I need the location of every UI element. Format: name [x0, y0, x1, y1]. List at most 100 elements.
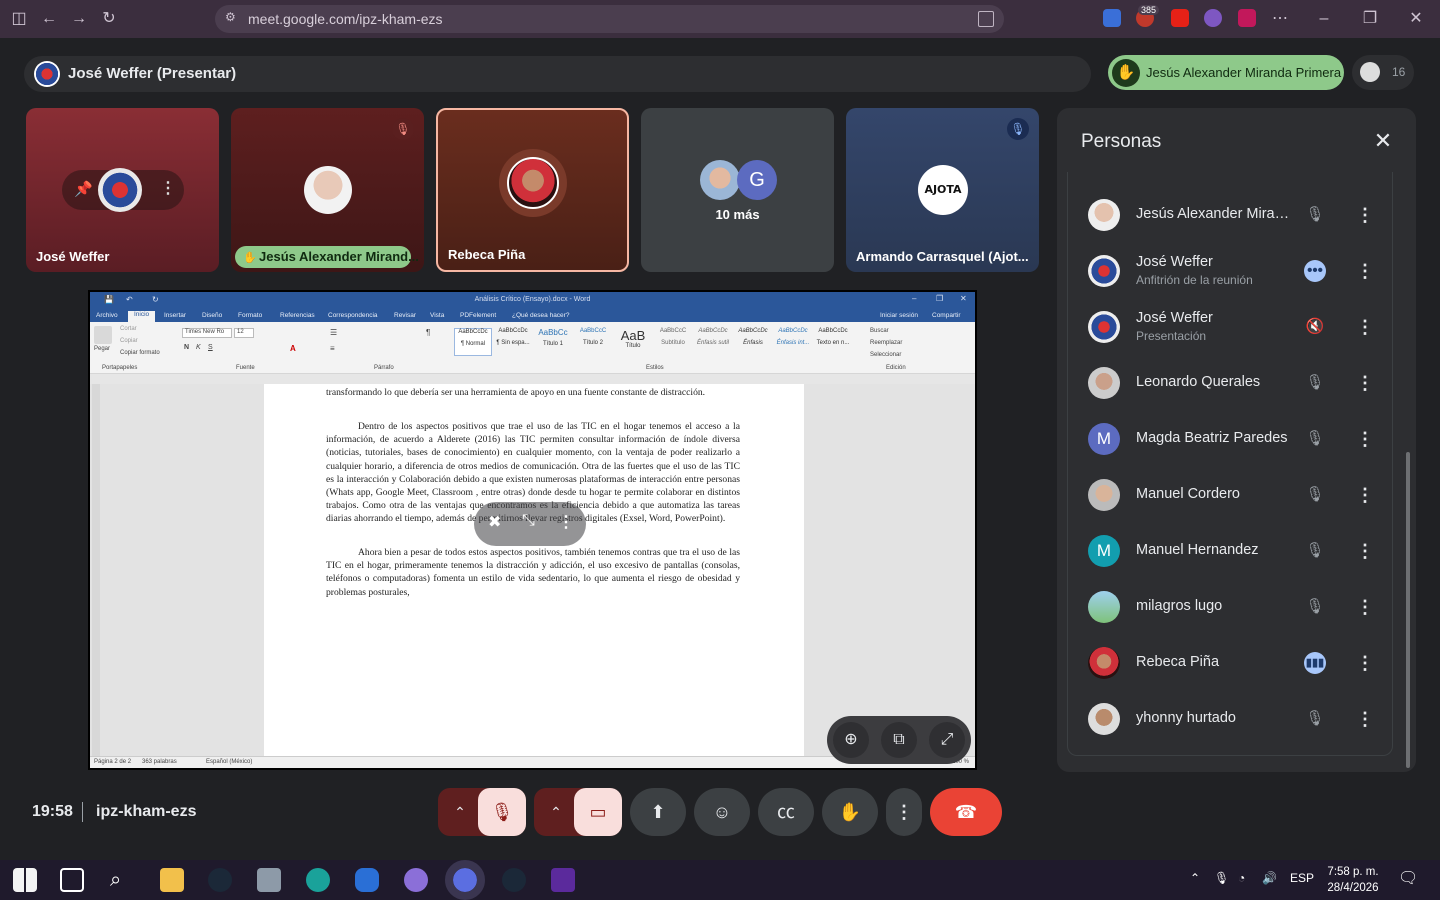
- more-menu-icon[interactable]: ⋯: [1269, 8, 1291, 30]
- tray-volume-icon[interactable]: 🔊: [1262, 871, 1277, 885]
- participant-row[interactable]: José Weffer Presentación 🔇 ⋮: [1088, 299, 1388, 355]
- word-undo-icon[interactable]: ↶: [126, 295, 133, 304]
- style-item[interactable]: AaBbCcDc Énfasis: [734, 328, 772, 356]
- bullets-icon[interactable]: ☰: [330, 328, 337, 337]
- tray-expand-icon[interactable]: ⌃: [1190, 871, 1200, 885]
- style-item[interactable]: AaBbCc Título 1: [534, 328, 572, 356]
- word-tab[interactable]: Vista: [430, 312, 444, 319]
- copy-button[interactable]: Copiar: [120, 338, 138, 344]
- find-button[interactable]: Buscar: [870, 328, 889, 334]
- camera-options-chevron-icon[interactable]: ⌃: [534, 788, 578, 836]
- word-tell-me[interactable]: ¿Qué desea hacer?: [512, 312, 569, 319]
- minimize-icon[interactable]: –: [1313, 8, 1335, 30]
- tile-more-participants[interactable]: G 10 más: [641, 108, 834, 272]
- participant-more-icon[interactable]: ⋮: [1356, 260, 1374, 282]
- word-tab[interactable]: Correspondencia: [328, 312, 378, 319]
- pop-out-icon[interactable]: ⧉: [881, 722, 917, 758]
- font-color-icon[interactable]: A: [290, 344, 296, 353]
- tile-armando-carrasquel[interactable]: 🎙 AJOTA Armando Carrasquel (Ajot...: [846, 108, 1039, 272]
- close-icon[interactable]: ✕: [1371, 129, 1395, 153]
- style-item[interactable]: AaBbCcC Subtítulo: [654, 328, 692, 356]
- word-tab[interactable]: Diseño: [202, 312, 222, 319]
- extension-purple-icon[interactable]: [1204, 9, 1222, 27]
- word-tab[interactable]: Archivo: [96, 312, 118, 319]
- word-tab[interactable]: Formato: [238, 312, 262, 319]
- participant-row[interactable]: Manuel Cordero 🎙 ⋮: [1088, 467, 1388, 523]
- app-icon[interactable]: [355, 868, 379, 892]
- font-name-select[interactable]: Times New Ro: [182, 328, 232, 338]
- participant-row[interactable]: M Magda Beatriz Paredes 🎙 ⋮: [1088, 411, 1388, 467]
- participant-more-icon[interactable]: ⋮: [1356, 652, 1374, 674]
- app-icon[interactable]: [306, 868, 330, 892]
- steam-icon[interactable]: [208, 868, 232, 892]
- participant-row[interactable]: Jesús Alexander Miran... 🎙 ⋮: [1088, 187, 1388, 243]
- participant-more-icon[interactable]: ⋮: [1356, 428, 1374, 450]
- paste-label[interactable]: Pegar: [94, 346, 110, 352]
- word-signin[interactable]: Iniciar sesión: [880, 312, 918, 319]
- file-explorer-icon[interactable]: [160, 868, 184, 892]
- word-tab-active[interactable]: Inicio: [128, 311, 156, 322]
- style-normal[interactable]: AaBbCcDc ¶ Normal: [454, 328, 492, 356]
- fullscreen-icon[interactable]: ⤢: [929, 722, 965, 758]
- presenter-bar[interactable]: José Weffer (Presentar): [24, 56, 1091, 92]
- sidebar-toggle-icon[interactable]: ◫: [8, 8, 30, 30]
- bold-icon[interactable]: N: [184, 344, 189, 351]
- reload-icon[interactable]: ↻: [98, 8, 120, 30]
- participant-row[interactable]: José Weffer Anfitrión de la reunión ••• …: [1088, 243, 1388, 299]
- word-save-icon[interactable]: 💾: [104, 295, 114, 304]
- pin-icon[interactable]: 📌: [74, 180, 93, 198]
- word-tab[interactable]: PDFelement: [460, 312, 496, 319]
- forward-icon[interactable]: →: [68, 8, 90, 30]
- participant-row[interactable]: Leonardo Querales 🎙 ⋮: [1088, 355, 1388, 411]
- tile-jose-weffer[interactable]: 📌 ⋮ José Weffer: [26, 108, 219, 272]
- tile-jesus-miranda[interactable]: 🎙 Jesús Alexander Mirand... ✋: [231, 108, 424, 272]
- pilcrow-icon[interactable]: ¶: [426, 328, 430, 337]
- participant-more-icon[interactable]: ⋮: [1356, 540, 1374, 562]
- tile-rebeca-pina[interactable]: Rebeca Piña: [436, 108, 629, 272]
- unpin-icon[interactable]: ✖: [488, 512, 501, 532]
- participant-row[interactable]: milagros lugo 🎙 ⋮: [1088, 579, 1388, 635]
- fit-icon[interactable]: ⤡: [522, 512, 535, 530]
- participants-chip[interactable]: 16: [1352, 55, 1414, 90]
- participant-row[interactable]: M Manuel Hernandez 🎙 ⋮: [1088, 523, 1388, 579]
- participant-more-icon[interactable]: ⋮: [1356, 596, 1374, 618]
- reactions-button[interactable]: ☺: [694, 788, 750, 836]
- leave-call-button[interactable]: ☎: [930, 788, 1002, 836]
- app-icon[interactable]: [551, 868, 575, 892]
- style-item[interactable]: AaBbCcDc Énfasis sutil: [694, 328, 732, 356]
- reader-mode-icon[interactable]: [978, 11, 994, 27]
- tray-mic-icon[interactable]: 🎙: [1214, 871, 1229, 885]
- raise-hand-button[interactable]: ✋: [822, 788, 878, 836]
- captions-button[interactable]: ㏄: [758, 788, 814, 836]
- replace-button[interactable]: Reemplazar: [870, 340, 902, 346]
- youtube-extension-icon[interactable]: [1171, 9, 1189, 27]
- style-item[interactable]: AaBbCcDc ¶ Sin espa...: [494, 328, 532, 356]
- participant-row[interactable]: Rebeca Piña ▮▮▮ ⋮: [1088, 635, 1388, 691]
- mic-options-chevron-icon[interactable]: ⌃: [438, 788, 482, 836]
- participant-row[interactable]: yhonny hurtado 🎙 ⋮: [1088, 691, 1388, 747]
- camera-off-button[interactable]: ▭: [574, 788, 622, 836]
- word-share[interactable]: Compartir: [932, 312, 961, 319]
- app-icon[interactable]: [404, 868, 428, 892]
- extension-shield-icon[interactable]: [1103, 9, 1121, 27]
- word-tab[interactable]: Revisar: [394, 312, 416, 319]
- participant-more-icon[interactable]: ⋮: [1356, 204, 1374, 226]
- font-size-select[interactable]: 12: [234, 328, 254, 338]
- raised-hand-chip[interactable]: ✋ Jesús Alexander Miranda Primera: [1108, 55, 1344, 90]
- word-maximize-icon[interactable]: ❐: [936, 294, 943, 303]
- select-button[interactable]: Seleccionar: [870, 352, 901, 358]
- word-redo-icon[interactable]: ↻: [152, 295, 159, 304]
- style-item[interactable]: AaB Título: [614, 328, 652, 356]
- word-tab[interactable]: Referencias: [280, 312, 315, 319]
- style-item[interactable]: AaBbCcC Título 2: [574, 328, 612, 356]
- mic-off-button[interactable]: 🎙: [478, 788, 526, 836]
- notifications-icon[interactable]: 🗨: [1398, 868, 1418, 888]
- start-icon[interactable]: [13, 868, 37, 892]
- style-item[interactable]: AaBbCcDc Texto en n...: [814, 328, 852, 356]
- present-screen-button[interactable]: ⬆: [630, 788, 686, 836]
- style-item[interactable]: AaBbCcDc Énfasis int...: [774, 328, 812, 356]
- overlay-more-icon[interactable]: ⋮: [558, 512, 574, 532]
- extension-pink-icon[interactable]: [1238, 9, 1256, 27]
- paste-icon[interactable]: [94, 326, 112, 344]
- word-tab[interactable]: Insertar: [164, 312, 186, 319]
